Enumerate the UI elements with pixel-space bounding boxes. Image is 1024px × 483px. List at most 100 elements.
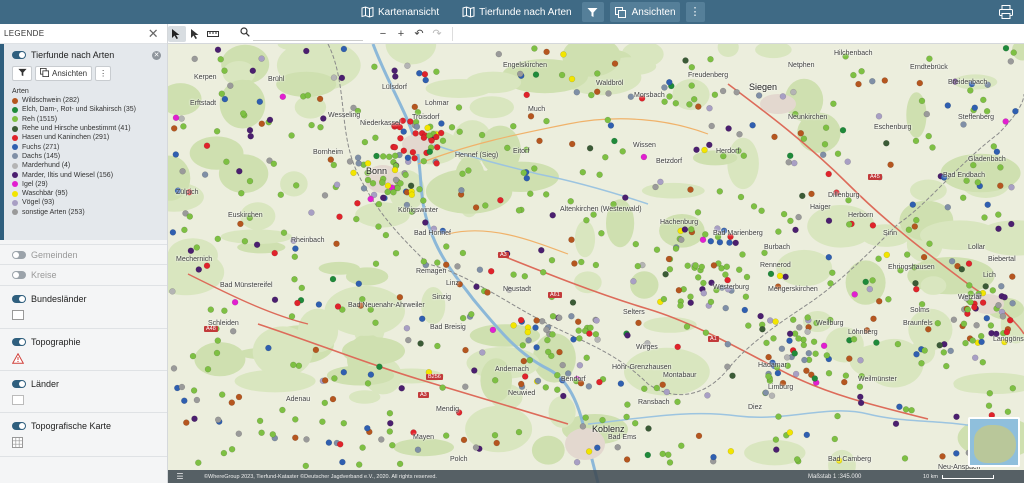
animal-find-marker[interactable] — [384, 182, 392, 189]
animal-find-marker[interactable] — [542, 384, 549, 391]
animal-find-marker[interactable] — [688, 64, 695, 71]
animal-find-marker[interactable] — [409, 148, 417, 156]
animal-find-marker[interactable] — [533, 317, 540, 324]
animal-find-marker[interactable] — [458, 187, 465, 194]
animal-find-marker[interactable] — [965, 260, 973, 267]
animal-find-marker[interactable] — [960, 320, 968, 327]
animal-find-marker[interactable] — [829, 269, 836, 277]
animal-find-marker[interactable] — [887, 161, 894, 168]
animal-find-marker[interactable] — [993, 148, 1001, 156]
animal-find-marker[interactable] — [183, 419, 190, 426]
animal-find-marker[interactable] — [944, 102, 951, 109]
animal-find-marker[interactable] — [191, 415, 198, 422]
animal-find-marker[interactable] — [489, 326, 497, 334]
animal-find-marker[interactable] — [191, 55, 198, 63]
animal-find-marker[interactable] — [190, 387, 198, 394]
animal-find-marker[interactable] — [825, 254, 832, 261]
animal-find-marker[interactable] — [722, 271, 729, 278]
animal-find-marker[interactable] — [434, 143, 441, 151]
animal-find-marker[interactable] — [706, 141, 713, 149]
animal-find-marker[interactable] — [678, 442, 685, 449]
animal-find-marker[interactable] — [448, 124, 456, 131]
animal-find-marker[interactable] — [892, 420, 900, 427]
animal-find-marker[interactable] — [674, 343, 681, 351]
animal-find-marker[interactable] — [759, 326, 766, 333]
animal-find-marker[interactable] — [953, 450, 960, 457]
animal-find-marker[interactable] — [172, 114, 180, 122]
animal-find-marker[interactable] — [943, 362, 950, 370]
animal-find-marker[interactable] — [556, 348, 563, 356]
animal-find-marker[interactable] — [846, 221, 853, 228]
animal-find-marker[interactable] — [780, 210, 788, 218]
animal-find-marker[interactable] — [739, 251, 746, 258]
animal-find-marker[interactable] — [700, 279, 707, 287]
animal-find-marker[interactable] — [787, 152, 794, 160]
animal-find-marker[interactable] — [953, 413, 960, 420]
animal-find-marker[interactable] — [790, 88, 797, 96]
close-icon[interactable]: ✕ — [148, 27, 159, 40]
animal-find-marker[interactable] — [686, 101, 693, 108]
animal-find-marker[interactable] — [1004, 408, 1012, 415]
animal-find-marker[interactable] — [421, 71, 429, 78]
animal-find-marker[interactable] — [579, 168, 586, 176]
animal-find-marker[interactable] — [605, 90, 612, 97]
animal-find-marker[interactable] — [792, 226, 799, 234]
animal-find-marker[interactable] — [468, 311, 475, 318]
animal-find-marker[interactable] — [692, 262, 699, 269]
animal-find-marker[interactable] — [510, 271, 517, 278]
animal-find-marker[interactable] — [379, 194, 387, 202]
animal-find-marker[interactable] — [834, 150, 842, 157]
animal-find-marker[interactable] — [596, 171, 603, 178]
animal-find-marker[interactable] — [228, 399, 235, 406]
animal-find-marker[interactable] — [391, 152, 399, 160]
animal-find-marker[interactable] — [207, 306, 214, 313]
animal-find-marker[interactable] — [947, 347, 954, 355]
animal-find-marker[interactable] — [1009, 300, 1016, 307]
animal-find-marker[interactable] — [400, 128, 407, 135]
animal-find-marker[interactable] — [387, 420, 394, 427]
animal-find-marker[interactable] — [791, 350, 798, 357]
animal-find-marker[interactable] — [719, 87, 727, 95]
animal-find-marker[interactable] — [678, 236, 685, 244]
animal-find-marker[interactable] — [292, 182, 300, 189]
animal-find-marker[interactable] — [725, 125, 732, 132]
animal-find-marker[interactable] — [386, 428, 394, 435]
animal-find-marker[interactable] — [567, 198, 574, 205]
animal-find-marker[interactable] — [559, 361, 566, 369]
animal-find-marker[interactable] — [858, 68, 865, 75]
animal-find-marker[interactable] — [645, 425, 652, 432]
animal-find-marker[interactable] — [797, 129, 804, 137]
animal-find-marker[interactable] — [1003, 328, 1011, 336]
animal-find-marker[interactable] — [354, 200, 361, 207]
animal-find-marker[interactable] — [786, 330, 794, 337]
animal-find-marker[interactable] — [371, 63, 378, 70]
animal-find-marker[interactable] — [203, 262, 211, 269]
animal-find-marker[interactable] — [733, 88, 740, 96]
animal-find-marker[interactable] — [181, 397, 188, 404]
animal-find-marker[interactable] — [560, 51, 567, 58]
animal-find-marker[interactable] — [743, 273, 751, 281]
animal-find-marker[interactable] — [598, 230, 605, 237]
animal-find-marker[interactable] — [995, 211, 1002, 218]
animal-find-marker[interactable] — [520, 169, 527, 177]
animal-find-marker[interactable] — [869, 277, 876, 284]
animal-find-marker[interactable] — [732, 239, 739, 247]
animal-find-marker[interactable] — [771, 133, 778, 141]
animal-find-marker[interactable] — [779, 93, 787, 100]
animal-find-marker[interactable] — [434, 342, 441, 350]
animal-find-marker[interactable] — [433, 160, 440, 167]
list-icon[interactable]: ☰ — [168, 472, 192, 481]
animal-find-marker[interactable] — [227, 82, 234, 89]
animal-find-marker[interactable] — [329, 275, 337, 283]
animal-find-marker[interactable] — [391, 143, 399, 151]
animal-find-marker[interactable] — [750, 203, 758, 210]
animal-find-marker[interactable] — [846, 355, 853, 362]
animal-find-marker[interactable] — [279, 93, 287, 100]
animal-find-marker[interactable] — [339, 458, 346, 466]
animal-find-marker[interactable] — [622, 194, 629, 201]
animal-find-marker[interactable] — [885, 296, 892, 303]
animal-find-marker[interactable] — [875, 113, 883, 120]
animal-find-marker[interactable] — [767, 317, 774, 324]
animal-find-marker[interactable] — [772, 436, 780, 443]
animal-find-marker[interactable] — [925, 132, 932, 140]
